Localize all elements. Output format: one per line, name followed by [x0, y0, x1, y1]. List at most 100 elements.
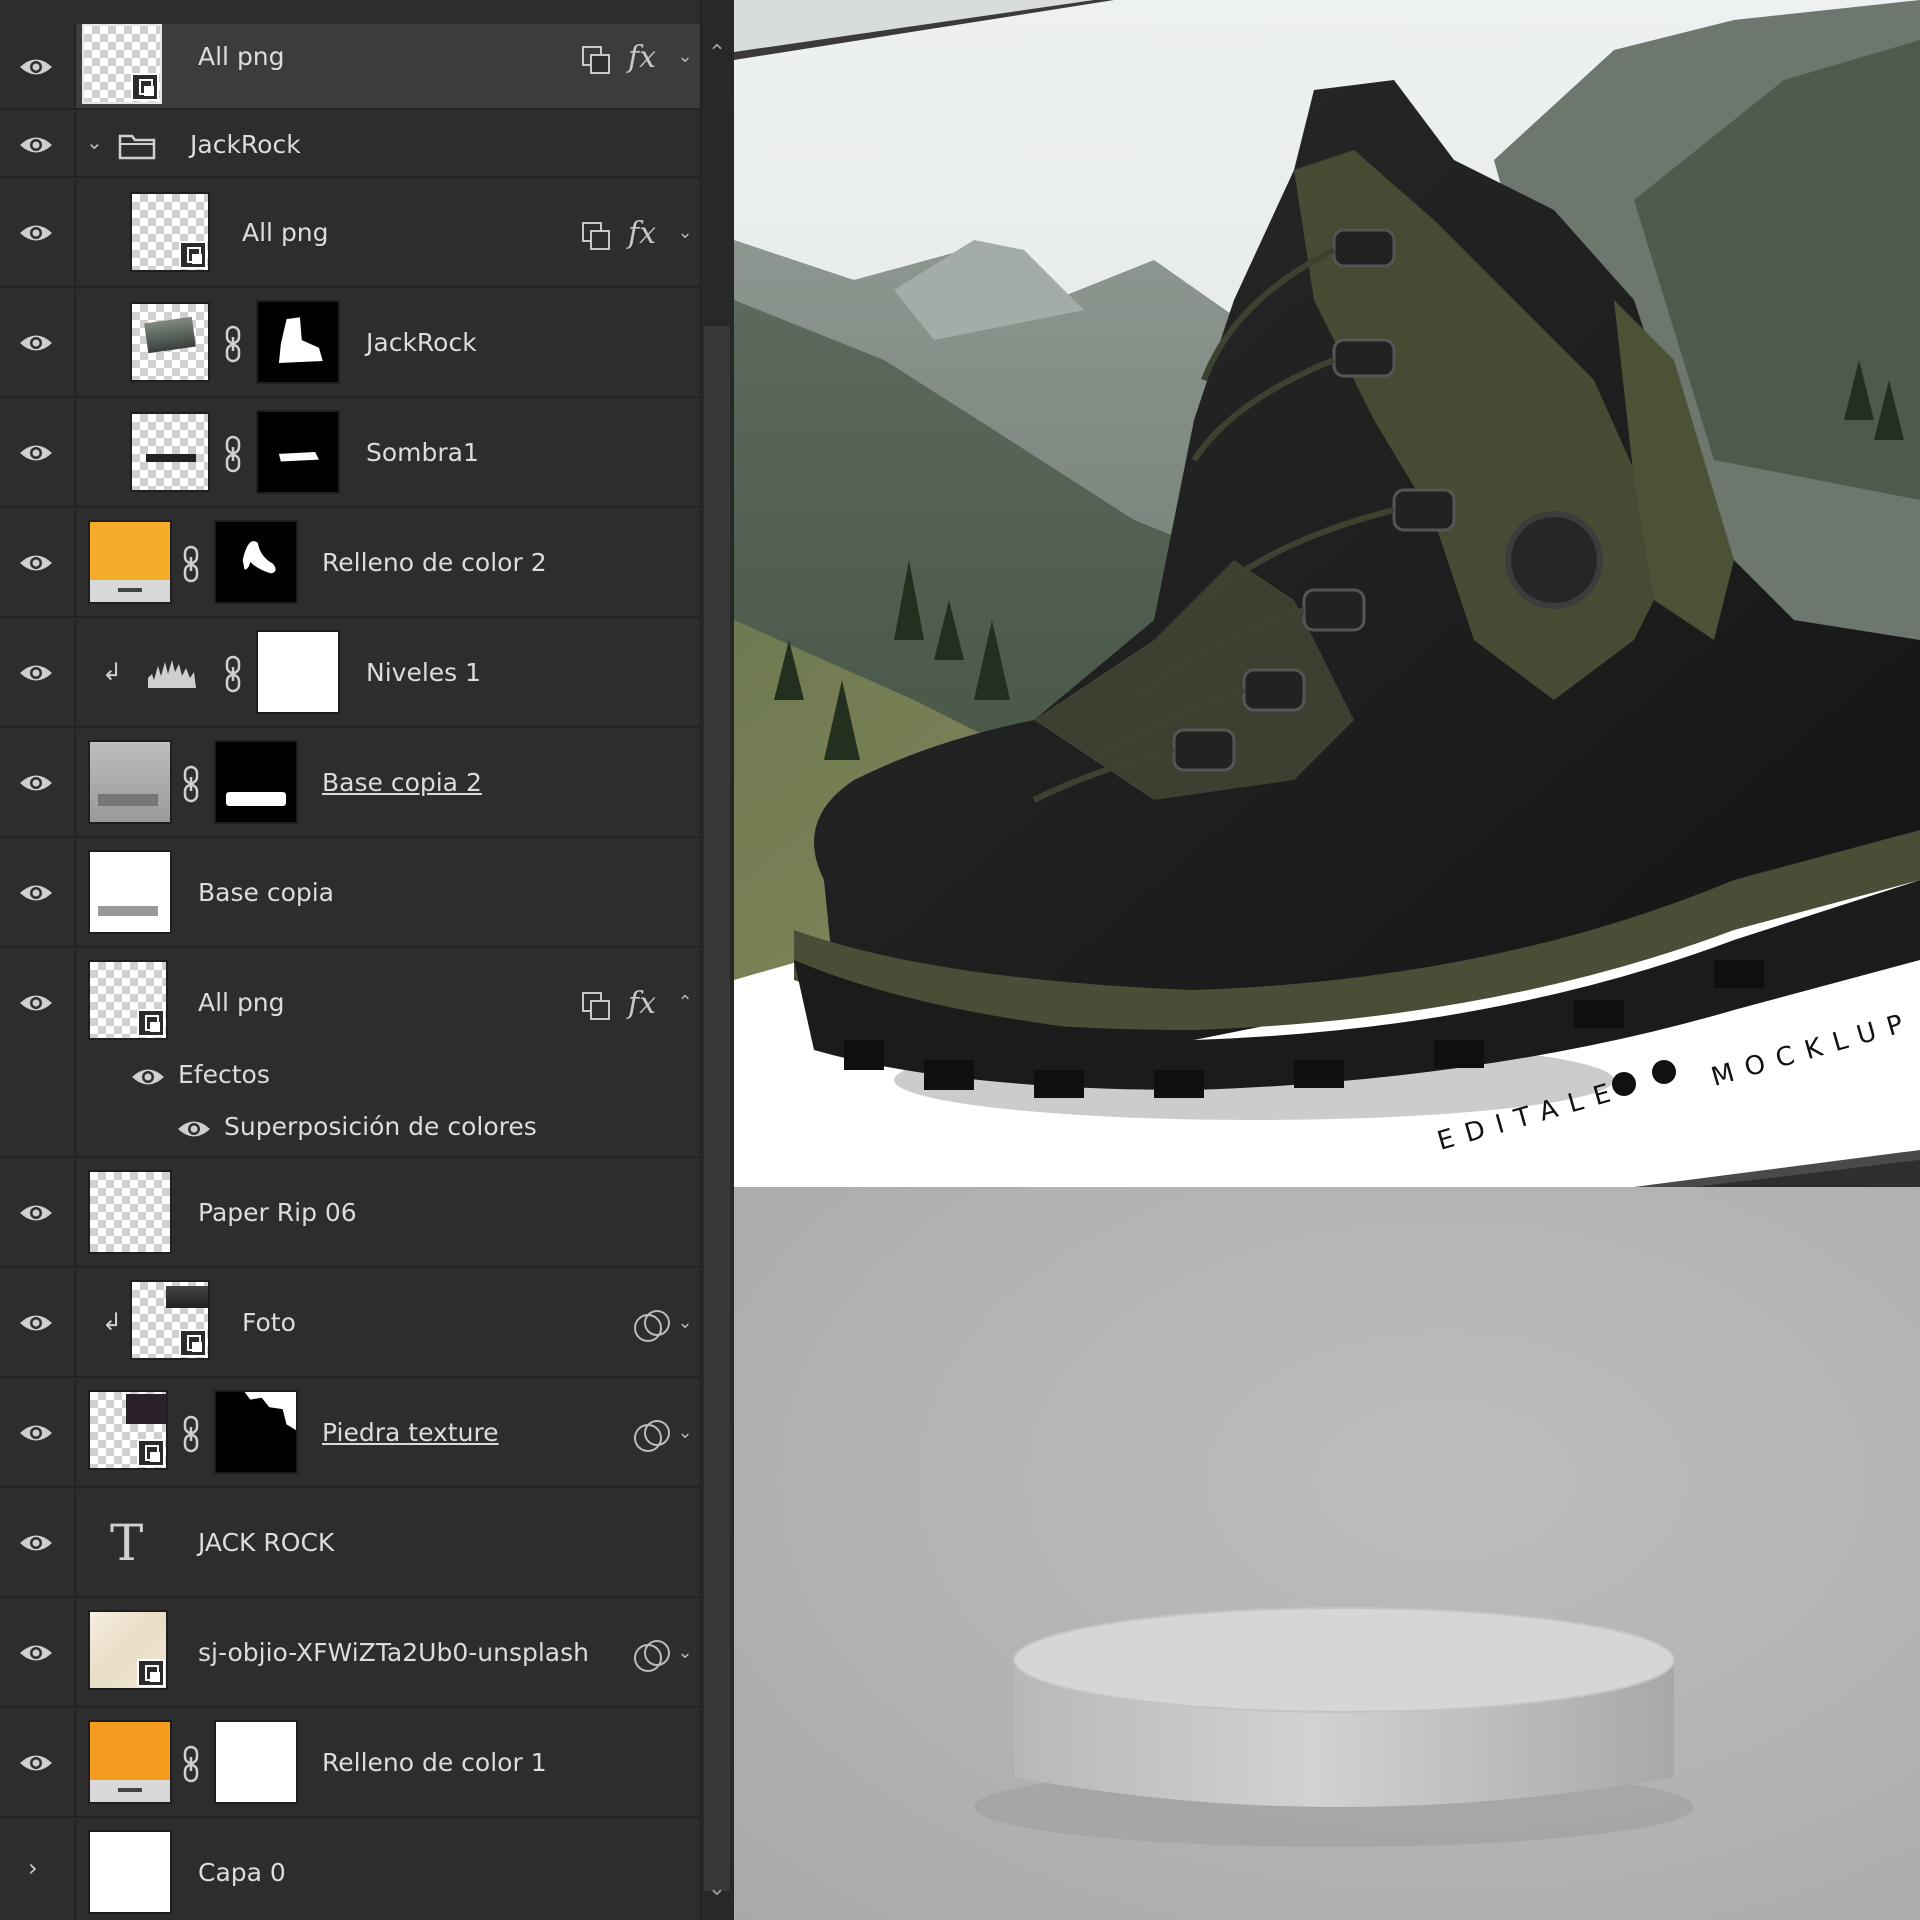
- layer-row-relleno-2[interactable]: Relleno de color 2: [0, 510, 700, 618]
- effects-eye-icon[interactable]: [130, 1066, 164, 1086]
- chevron-down-icon[interactable]: ⌄: [674, 222, 696, 244]
- layer-thumbnail: [130, 1280, 210, 1360]
- layer-row-all-png-group[interactable]: All png fx ⌄: [0, 180, 700, 288]
- visibility-partial-icon[interactable]: ›: [28, 1854, 38, 1882]
- layer-row-foto[interactable]: ↲ Foto ⌄: [0, 1270, 700, 1378]
- effects-header[interactable]: Efectos: [178, 1060, 270, 1089]
- chevron-down-icon[interactable]: ⌄: [674, 46, 696, 68]
- layer-row-all-png-top[interactable]: All png fx ⌄: [0, 24, 700, 110]
- layer-name[interactable]: JackRock: [366, 328, 477, 357]
- eye-icon[interactable]: [18, 772, 54, 794]
- eye-icon[interactable]: [18, 1422, 54, 1444]
- layer-row-all-png-effects[interactable]: All png fx ⌃ Efectos Superposición de co…: [0, 950, 700, 1158]
- link-icon[interactable]: [182, 765, 200, 803]
- layer-name[interactable]: sj-objio-XFWiZTa2Ub0-unsplash: [198, 1638, 589, 1667]
- scrollbar-thumb[interactable]: [704, 326, 730, 1891]
- chevron-down-icon[interactable]: ⌄: [674, 1422, 696, 1444]
- clipping-arrow-icon: ↲: [102, 1308, 123, 1336]
- layer-name[interactable]: Sombra1: [366, 438, 479, 467]
- layer-name[interactable]: Base copia 2: [322, 768, 482, 797]
- chevron-up-icon[interactable]: ⌃: [674, 992, 696, 1014]
- layer-name[interactable]: Niveles 1: [366, 658, 481, 687]
- blend-options-icon[interactable]: [632, 1418, 670, 1452]
- scroll-up-icon[interactable]: ⌃: [704, 40, 730, 68]
- link-icon[interactable]: [224, 435, 242, 473]
- blend-options-icon[interactable]: [632, 1638, 670, 1672]
- layer-row-niveles-1[interactable]: ↲ Niveles 1: [0, 620, 700, 728]
- layer-name[interactable]: Foto: [242, 1308, 296, 1337]
- scroll-down-icon[interactable]: ⌄: [704, 1875, 730, 1903]
- layer-name[interactable]: All png: [198, 988, 285, 1017]
- fx-icon: fx: [628, 40, 657, 75]
- layer-mask-thumbnail[interactable]: [256, 410, 340, 494]
- fill-layer-thumbnail[interactable]: [88, 1720, 172, 1804]
- layer-mask-thumbnail[interactable]: [214, 740, 298, 824]
- layer-name[interactable]: Piedra texture: [322, 1418, 499, 1447]
- folder-icon: [118, 132, 156, 160]
- layer-name[interactable]: Base copia: [198, 878, 334, 907]
- layer-mask-thumbnail[interactable]: [256, 630, 340, 714]
- layer-row-jackrock-group[interactable]: ⌄ JackRock: [0, 112, 700, 178]
- layer-effects-indicator[interactable]: fx: [580, 216, 670, 252]
- eye-icon[interactable]: [18, 1312, 54, 1334]
- fx-icon: fx: [628, 216, 657, 251]
- smart-object-icon: [179, 1329, 207, 1357]
- eye-icon[interactable]: [18, 992, 54, 1014]
- layer-thumbnail: [130, 302, 210, 382]
- layer-thumbnail: [88, 1390, 168, 1470]
- layer-row-jack-rock-text[interactable]: T JACK ROCK: [0, 1490, 700, 1598]
- layer-name[interactable]: Relleno de color 2: [322, 548, 547, 577]
- layer-effects-indicator[interactable]: fx: [580, 40, 670, 76]
- layer-name[interactable]: JACK ROCK: [198, 1528, 334, 1557]
- effect-color-overlay[interactable]: Superposición de colores: [224, 1112, 537, 1141]
- blend-options-icon[interactable]: [632, 1308, 670, 1342]
- layer-row-sombra1[interactable]: Sombra1: [0, 400, 700, 508]
- eye-icon[interactable]: [18, 134, 54, 156]
- layers-panel: All png fx ⌄ ⌄ JackRock All png fx ⌄ Jac…: [0, 0, 734, 1920]
- layer-effects-indicator[interactable]: fx: [580, 986, 670, 1022]
- eye-icon[interactable]: [18, 882, 54, 904]
- eye-icon[interactable]: [18, 222, 54, 244]
- layer-name[interactable]: JackRock: [190, 130, 301, 159]
- layer-row-piedra[interactable]: Piedra texture ⌄: [0, 1380, 700, 1488]
- eye-icon[interactable]: [18, 1642, 54, 1664]
- eye-icon[interactable]: [18, 56, 54, 78]
- canvas-area[interactable]: EDITALE MOCKLUP: [734, 0, 1920, 1920]
- layer-row-base-copia[interactable]: Base copia: [0, 840, 700, 948]
- chevron-down-icon[interactable]: ⌄: [674, 1642, 696, 1664]
- layer-mask-thumbnail[interactable]: [256, 300, 340, 384]
- eye-icon[interactable]: [18, 332, 54, 354]
- layer-row-jackrock[interactable]: JackRock: [0, 290, 700, 398]
- eye-icon[interactable]: [18, 1752, 54, 1774]
- link-icon[interactable]: [182, 1745, 200, 1783]
- layer-name[interactable]: All png: [198, 42, 285, 71]
- eye-icon[interactable]: [18, 1532, 54, 1554]
- layer-mask-thumbnail[interactable]: [214, 520, 298, 604]
- eye-icon[interactable]: [18, 442, 54, 464]
- eye-icon[interactable]: [18, 552, 54, 574]
- eye-icon[interactable]: [18, 1202, 54, 1224]
- visibility-column: [0, 180, 76, 286]
- eye-icon[interactable]: [18, 662, 54, 684]
- visibility-column: ›: [0, 1820, 76, 1920]
- fill-layer-thumbnail[interactable]: [88, 520, 172, 604]
- layer-row-unsplash[interactable]: sj-objio-XFWiZTa2Ub0-unsplash ⌄: [0, 1600, 700, 1708]
- layer-row-capa-0[interactable]: › Capa 0: [0, 1820, 700, 1920]
- layer-mask-thumbnail[interactable]: [214, 1720, 298, 1804]
- layer-name[interactable]: Paper Rip 06: [198, 1198, 357, 1227]
- chevron-down-icon[interactable]: ⌄: [86, 130, 103, 154]
- layer-mask-thumbnail[interactable]: [214, 1390, 298, 1474]
- link-icon[interactable]: [182, 545, 200, 583]
- link-icon[interactable]: [182, 1415, 200, 1453]
- link-icon[interactable]: [224, 655, 242, 693]
- layer-name[interactable]: Relleno de color 1: [322, 1748, 547, 1777]
- layer-name[interactable]: All png: [242, 218, 329, 247]
- visibility-column: [0, 1270, 76, 1376]
- layer-name[interactable]: Capa 0: [198, 1858, 286, 1887]
- link-icon[interactable]: [224, 325, 242, 363]
- layer-row-base-copia-2[interactable]: Base copia 2: [0, 730, 700, 838]
- layer-row-paper-rip[interactable]: Paper Rip 06: [0, 1160, 700, 1268]
- chevron-down-icon[interactable]: ⌄: [674, 1312, 696, 1334]
- layer-row-relleno-1[interactable]: Relleno de color 1: [0, 1710, 700, 1818]
- color-overlay-eye-icon[interactable]: [176, 1118, 210, 1138]
